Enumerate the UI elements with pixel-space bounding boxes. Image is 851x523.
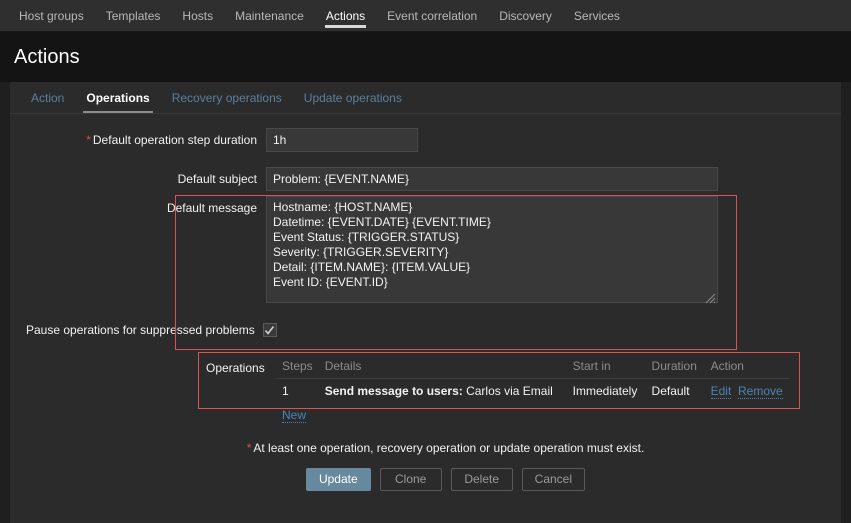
clone-button[interactable]: Clone xyxy=(379,468,442,491)
nav-item-label: Actions xyxy=(325,8,366,23)
default-message-textarea[interactable]: Hostname: {HOST.NAME} Datetime: {EVENT.D… xyxy=(266,196,718,303)
field-default-message: Default message Hostname: {HOST.NAME} Da… xyxy=(10,196,841,306)
operations-label: Operations xyxy=(206,361,265,375)
nav-item-event-correlation[interactable]: Event correlation xyxy=(376,0,488,31)
validation-note-text: At least one operation, recovery operati… xyxy=(253,441,645,455)
column-header-action: Action xyxy=(704,355,790,379)
nav-item-templates[interactable]: Templates xyxy=(95,0,172,31)
nav-item-label: Maintenance xyxy=(235,8,304,23)
label-text: Default operation step duration xyxy=(92,133,257,147)
message-group: Default subject Default message Hostname… xyxy=(10,167,841,350)
nav-item-hosts[interactable]: Hosts xyxy=(171,0,224,31)
field-pause-suppressed: Pause operations for suppressed problems xyxy=(10,323,841,337)
cell-duration: Default xyxy=(651,384,690,398)
nav-item-label: Event correlation xyxy=(387,8,478,23)
delete-button[interactable]: Delete xyxy=(450,468,513,491)
nav-item-discovery[interactable]: Discovery xyxy=(488,0,563,31)
details-operation-type: Send message to users: xyxy=(324,384,463,398)
tab-operations[interactable]: Operations xyxy=(75,82,160,113)
cancel-button[interactable]: Cancel xyxy=(521,468,586,491)
tab-label: Recovery operations xyxy=(171,90,282,105)
operations-form: *Default operation step duration Default… xyxy=(10,114,841,491)
page-title: Actions xyxy=(14,45,80,68)
column-header-steps: Steps xyxy=(276,355,319,379)
edit-operation-link[interactable]: Edit xyxy=(710,384,732,399)
cell-steps: 1 xyxy=(282,384,289,398)
nav-item-host-groups[interactable]: Host groups xyxy=(8,0,95,31)
column-header-duration: Duration xyxy=(645,355,705,379)
default-subject-label: Default subject xyxy=(177,172,257,186)
step-duration-input[interactable] xyxy=(266,128,418,152)
nav-item-maintenance[interactable]: Maintenance xyxy=(224,0,315,31)
column-header-start-in: Start in xyxy=(566,355,646,379)
tab-label: Operations xyxy=(86,90,150,105)
table-row: 1 Send message to users: Carlos via Emai… xyxy=(276,379,790,404)
validation-note: * At least one operation, recovery operat… xyxy=(10,441,841,455)
column-header-details: Details xyxy=(318,355,567,379)
main-navigation: Host groups Templates Hosts Maintenance … xyxy=(0,0,851,32)
nav-item-label: Services xyxy=(573,8,620,23)
required-asterisk: * xyxy=(86,133,91,147)
operations-table: Steps Details Start in Duration Action 1… xyxy=(276,355,790,427)
pause-suppressed-label: Pause operations for suppressed problems xyxy=(26,323,255,337)
tab-label: Action xyxy=(31,90,65,105)
pause-suppressed-checkbox[interactable] xyxy=(262,323,277,337)
page-header: Actions xyxy=(0,32,851,82)
table-header-row: Steps Details Start in Duration Action xyxy=(276,355,790,379)
field-default-subject: Default subject xyxy=(10,167,841,191)
cell-details: Send message to users: Carlos via Email xyxy=(319,379,567,404)
operations-inner: Operations Steps Details Start in Durati… xyxy=(10,355,841,427)
nav-item-services[interactable]: Services xyxy=(563,0,631,31)
cell-start-in: Immediately xyxy=(572,384,638,398)
checkmark-icon xyxy=(265,325,275,335)
table-row-new: New xyxy=(276,403,790,427)
default-message-label: Default message xyxy=(166,201,257,215)
field-step-duration: * Default operation step duration xyxy=(10,128,841,152)
nav-item-label: Hosts xyxy=(182,8,214,23)
default-subject-input[interactable] xyxy=(266,167,718,191)
tab-update-operations[interactable]: Update operations xyxy=(293,82,413,113)
tab-label: Update operations xyxy=(303,90,402,105)
nav-item-label: Templates xyxy=(105,8,161,23)
nav-item-label: Discovery xyxy=(499,8,552,23)
nav-item-actions[interactable]: Actions xyxy=(315,0,376,31)
cell-action: Edit Remove xyxy=(705,379,790,404)
remove-operation-link[interactable]: Remove xyxy=(737,384,783,399)
tab-recovery-operations[interactable]: Recovery operations xyxy=(161,82,293,113)
default-message-wrapper: Hostname: {HOST.NAME} Datetime: {EVENT.D… xyxy=(266,196,718,306)
update-button[interactable]: Update xyxy=(305,468,371,491)
step-duration-label: * Default operation step duration xyxy=(10,128,266,152)
details-operation-target: Carlos via Email xyxy=(462,384,553,398)
new-operation-link[interactable]: New xyxy=(282,408,307,423)
form-actions: Update Clone Delete Cancel xyxy=(10,468,841,491)
tab-action[interactable]: Action xyxy=(20,82,75,113)
content-panel: Action Operations Recovery operations Up… xyxy=(10,82,841,523)
required-asterisk: * xyxy=(246,441,252,455)
cell-new: New xyxy=(276,403,790,427)
nav-item-label: Host groups xyxy=(19,8,84,23)
operations-section: Operations Steps Details Start in Durati… xyxy=(10,352,841,427)
form-tabs: Action Operations Recovery operations Up… xyxy=(10,82,841,114)
